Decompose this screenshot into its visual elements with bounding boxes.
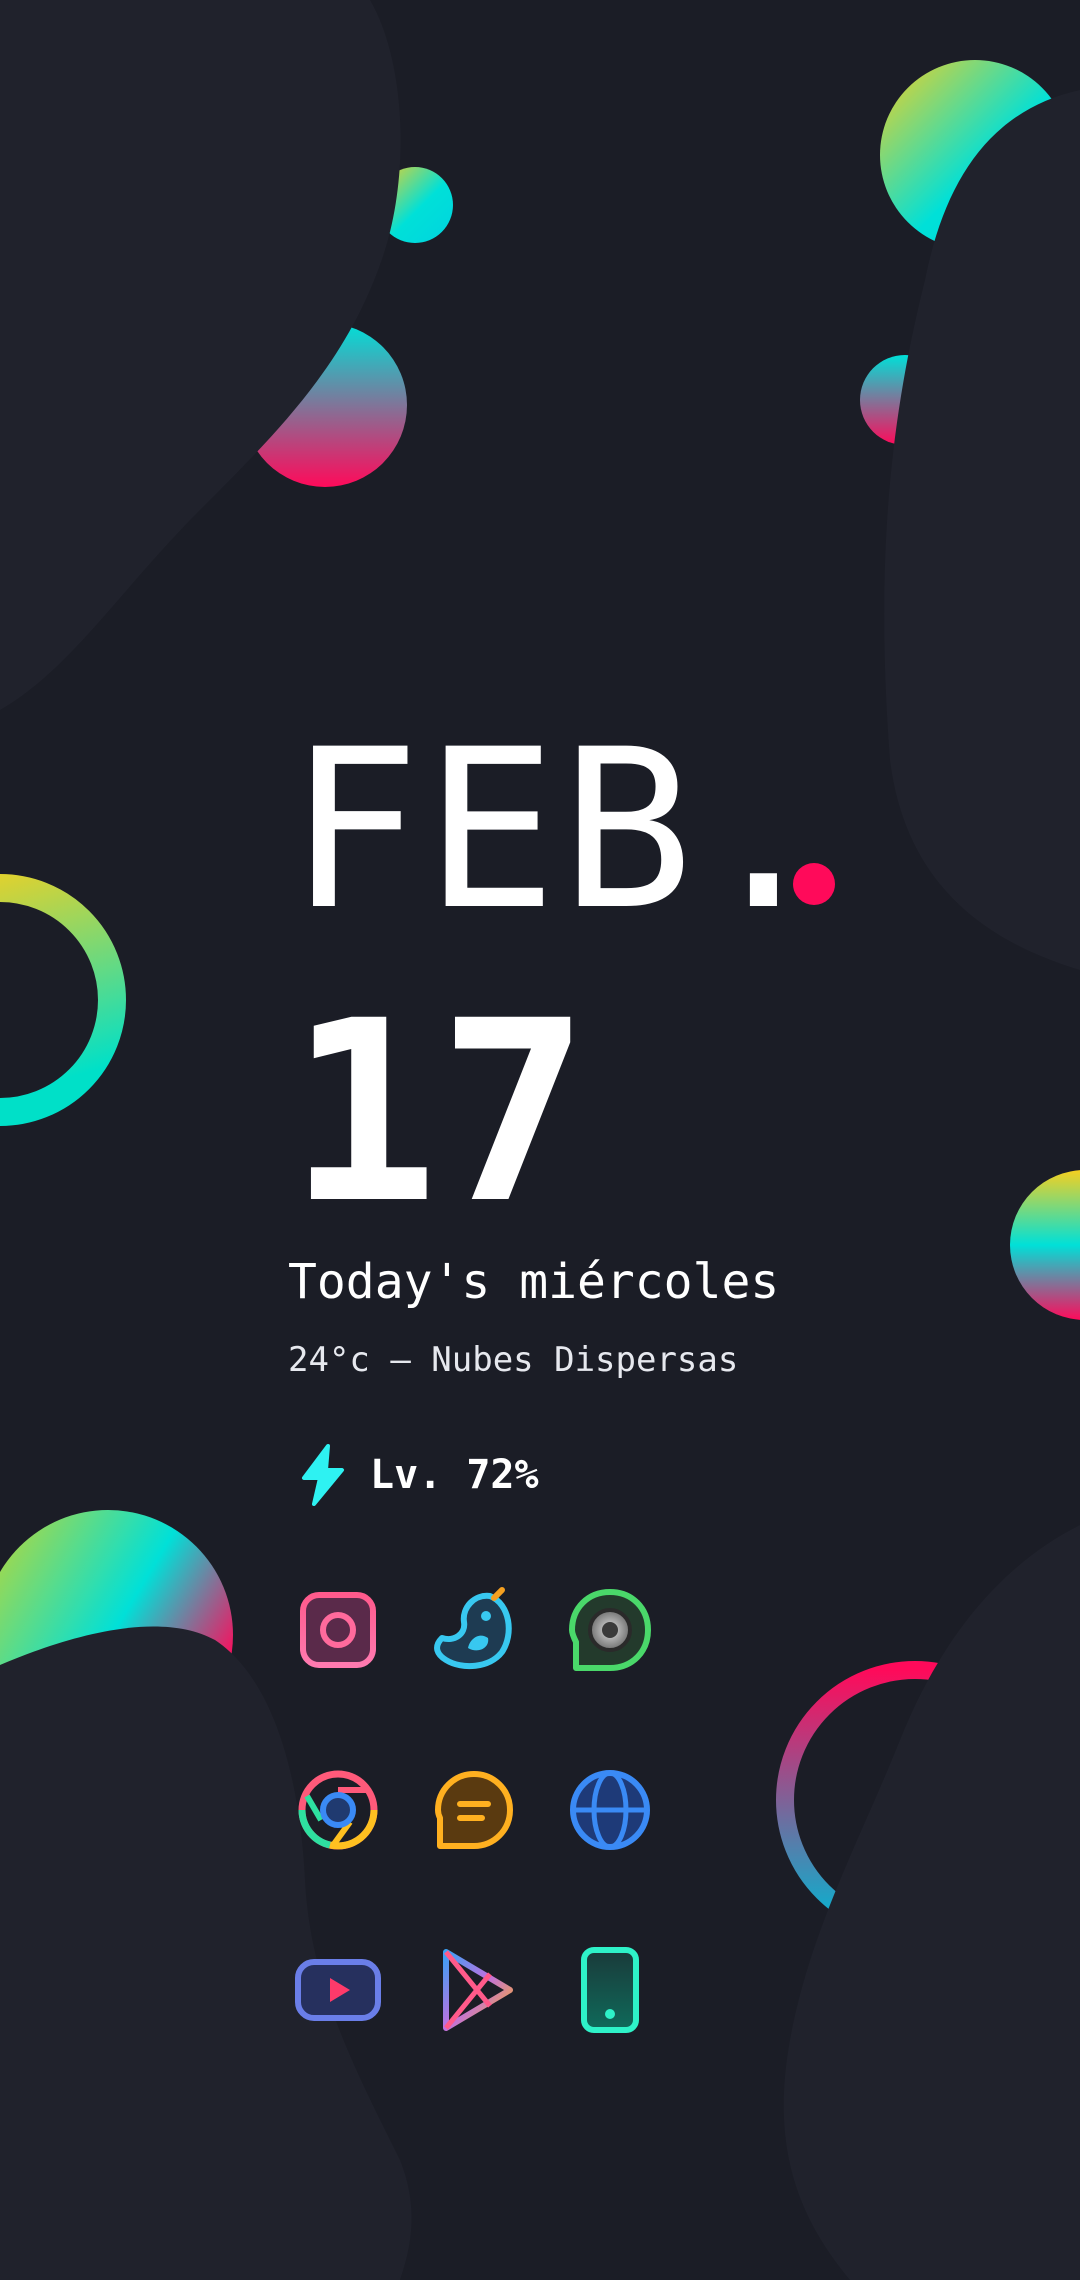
chrome-icon — [298, 1770, 378, 1850]
accent-dot — [793, 863, 835, 905]
app-chrome[interactable] — [288, 1760, 388, 1860]
bird-icon — [434, 1587, 512, 1670]
instagram-icon — [300, 1592, 376, 1668]
decor-circle-right-mid — [1010, 1170, 1080, 1320]
battery-level-label: Lv. 72% — [370, 1452, 539, 1498]
phone-icon — [581, 1947, 639, 2033]
lightning-bolt-icon — [302, 1444, 344, 1506]
app-camera-chat[interactable] — [560, 1580, 660, 1680]
app-play-store[interactable] — [424, 1940, 524, 2040]
date-month: FEB. — [288, 702, 834, 958]
battery-widget[interactable]: Lv. 72% — [298, 1444, 539, 1506]
globe-icon — [570, 1770, 650, 1850]
app-browser[interactable] — [560, 1760, 660, 1860]
app-instagram[interactable] — [288, 1580, 388, 1680]
app-messages[interactable] — [424, 1760, 524, 1860]
camera-chat-icon — [569, 1589, 651, 1671]
weather-text: 24°c – Nubes Dispersas — [288, 1340, 739, 1380]
youtube-icon — [295, 1959, 381, 2021]
message-bubble-icon — [435, 1771, 513, 1849]
app-grid — [288, 1580, 668, 2060]
app-phone[interactable] — [560, 1940, 660, 2040]
app-youtube[interactable] — [288, 1940, 388, 2040]
date-day: 17 — [288, 967, 590, 1258]
app-bird[interactable] — [424, 1580, 524, 1680]
play-store-icon — [443, 1949, 513, 2031]
weekday-text: Today's miércoles — [288, 1254, 780, 1310]
decor-ring-left — [0, 874, 126, 1126]
